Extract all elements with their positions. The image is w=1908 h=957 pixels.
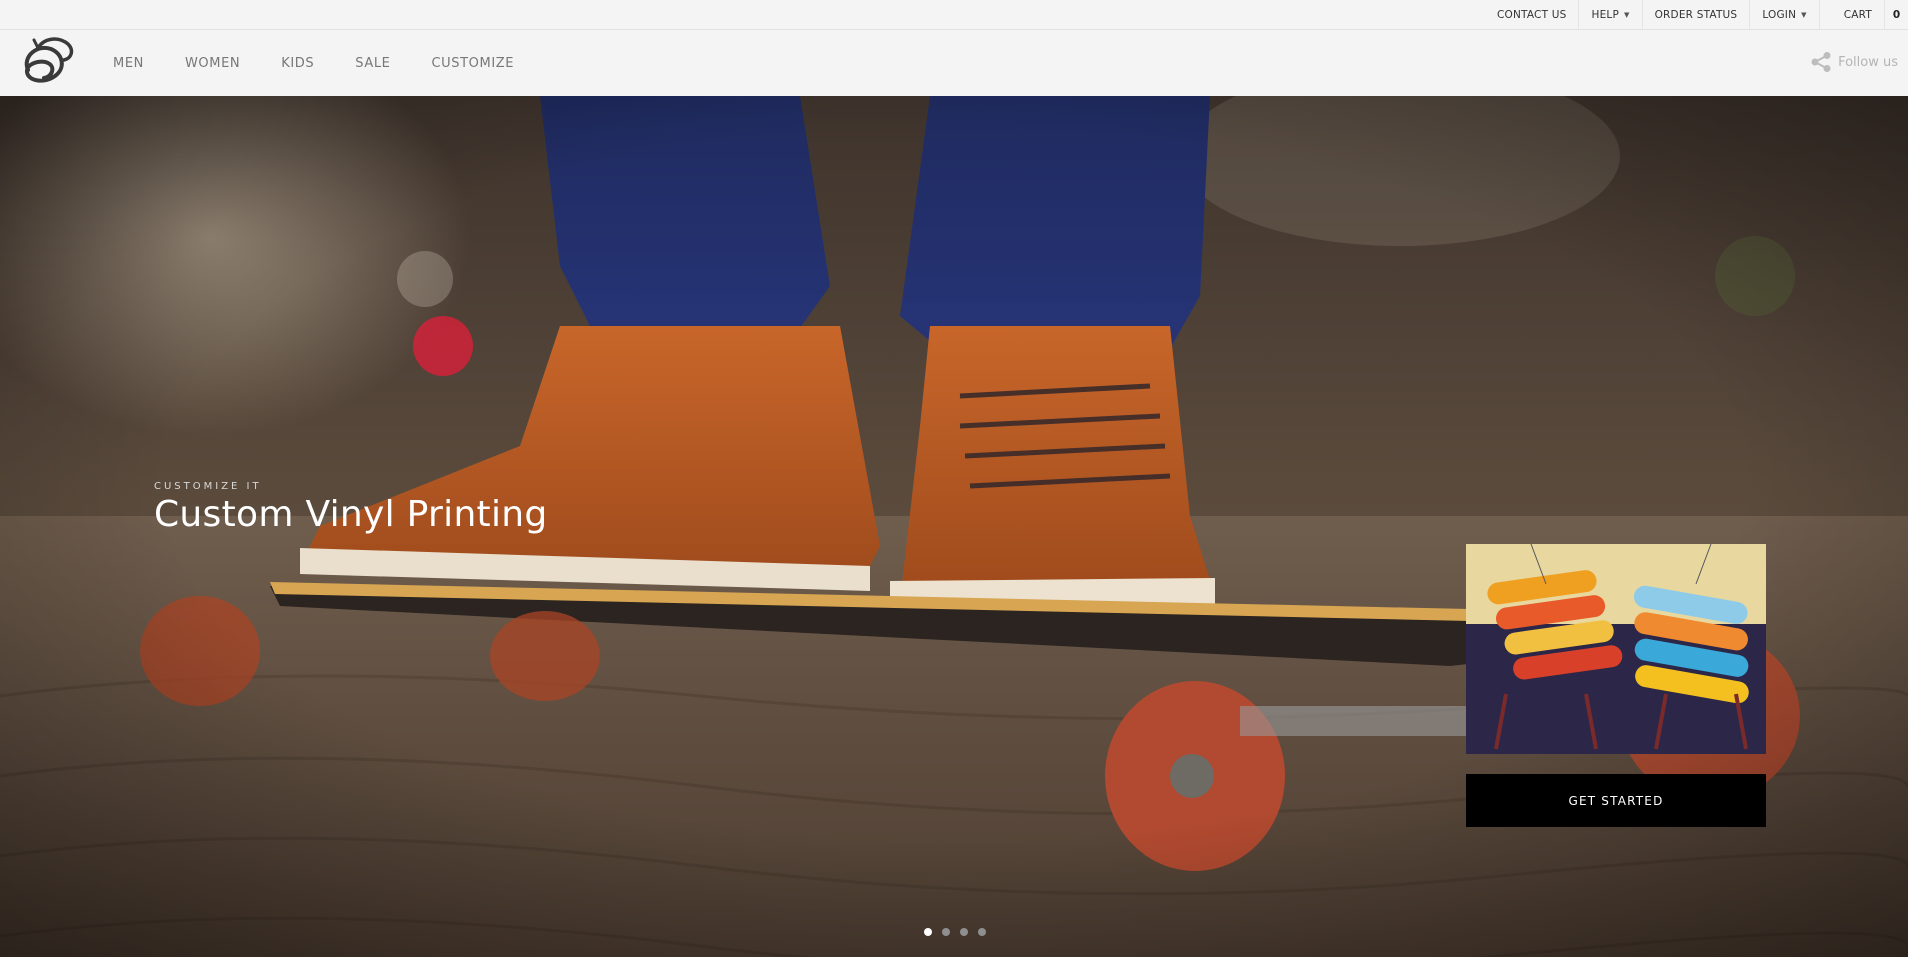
primary-nav: MEN WOMEN KIDS SALE CUSTOMIZE (113, 30, 555, 96)
slider-dots (924, 928, 996, 936)
cart-label: CART (1843, 9, 1872, 21)
order-status-link[interactable]: ORDER STATUS (1641, 0, 1750, 30)
follow-us-label: Follow us (1838, 54, 1898, 70)
swirl-logo-icon[interactable] (18, 34, 76, 90)
chevron-down-icon: ▼ (1624, 11, 1630, 19)
main-nav: MEN WOMEN KIDS SALE CUSTOMIZE Follow us (0, 30, 1908, 96)
hero-title: Custom Vinyl Printing (154, 494, 548, 535)
slide-dot[interactable] (942, 928, 950, 936)
login-link[interactable]: LOGIN ▼ (1749, 0, 1818, 30)
nav-item-sale[interactable]: SALE (355, 56, 390, 71)
slide-dot[interactable] (978, 928, 986, 936)
promo-image[interactable] (1466, 544, 1766, 754)
utility-bar: CONTACT US HELP ▼ ORDER STATUS LOGIN ▼ C… (0, 0, 1908, 30)
slide-dot[interactable] (960, 928, 968, 936)
utility-links: CONTACT US HELP ▼ ORDER STATUS LOGIN ▼ C… (1485, 0, 1908, 30)
follow-us-link[interactable]: Follow us (1810, 51, 1898, 73)
help-label: HELP (1591, 9, 1619, 21)
contact-us-label: CONTACT US (1497, 9, 1567, 21)
get-started-button[interactable]: GET STARTED (1466, 774, 1766, 827)
nav-item-men[interactable]: MEN (113, 56, 144, 71)
nav-item-kids[interactable]: KIDS (281, 56, 314, 71)
cart-count-badge[interactable]: 0 (1884, 0, 1908, 30)
help-link[interactable]: HELP ▼ (1578, 0, 1641, 30)
slide-dot[interactable] (924, 928, 932, 936)
hero-slider: CUSTOMIZE IT Custom Vinyl Printing GET S… (0, 96, 1908, 957)
nav-item-customize[interactable]: CUSTOMIZE (432, 56, 515, 71)
promo-card: GET STARTED (1466, 544, 1766, 827)
hero-eyebrow: CUSTOMIZE IT (154, 481, 262, 492)
share-icon (1811, 52, 1831, 72)
cart-link[interactable]: CART (1818, 0, 1884, 30)
nav-item-women[interactable]: WOMEN (185, 56, 240, 71)
contact-us-link[interactable]: CONTACT US (1485, 0, 1578, 30)
login-label: LOGIN (1762, 9, 1797, 21)
order-status-label: ORDER STATUS (1654, 9, 1738, 21)
chevron-down-icon: ▼ (1801, 11, 1807, 19)
hero-caption: CUSTOMIZE IT Custom Vinyl Printing (154, 481, 548, 535)
